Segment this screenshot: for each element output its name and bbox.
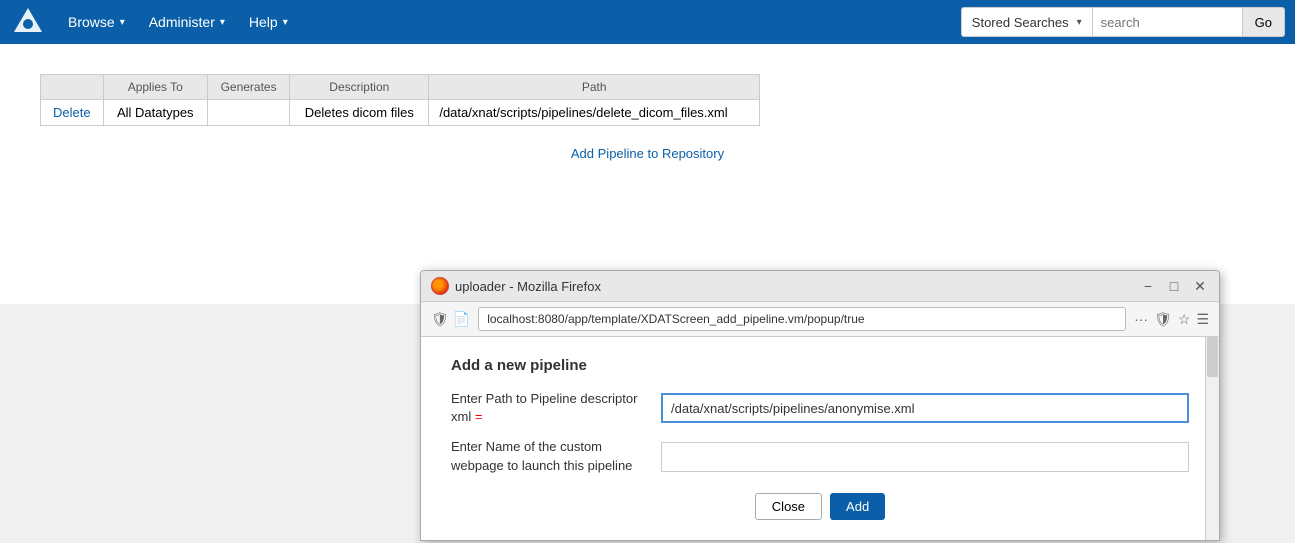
help-chevron-icon: ▾ bbox=[283, 17, 288, 28]
navbar: Browse ▾ Administer ▾ Help ▾ Stored Sear… bbox=[0, 0, 1295, 44]
path-form-row: Enter Path to Pipeline descriptor xml = bbox=[451, 390, 1189, 426]
stored-searches-chevron-icon: ▾ bbox=[1077, 17, 1082, 28]
browser-content: Add a new pipeline Enter Path to Pipelin… bbox=[421, 337, 1219, 540]
col-description: Description bbox=[290, 75, 429, 100]
col-applies-to: Applies To bbox=[103, 75, 207, 100]
browser-titlebar: uploader - Mozilla Firefox − □ ✕ bbox=[421, 271, 1219, 302]
table-row: Delete All Datatypes Deletes dicom files… bbox=[41, 100, 760, 126]
page-icon: 📄 bbox=[453, 311, 470, 328]
scrollbar-thumb bbox=[1207, 337, 1218, 377]
add-pipeline-link[interactable]: Add Pipeline to Repository bbox=[40, 146, 1255, 161]
minimize-button[interactable]: − bbox=[1139, 277, 1157, 295]
delete-link[interactable]: Delete bbox=[53, 105, 91, 120]
col-path: Path bbox=[429, 75, 760, 100]
required-indicator: = bbox=[475, 409, 483, 424]
name-label: Enter Name of the custom webpage to laun… bbox=[451, 438, 651, 474]
search-area: Stored Searches ▾ Go bbox=[961, 7, 1285, 37]
nav-administer[interactable]: Administer ▾ bbox=[137, 0, 237, 44]
bookmark-icon[interactable]: ☆ bbox=[1178, 311, 1191, 328]
go-button[interactable]: Go bbox=[1243, 7, 1285, 37]
logo bbox=[10, 4, 46, 40]
browser-title: uploader - Mozilla Firefox bbox=[455, 279, 1139, 294]
firefox-icon bbox=[431, 277, 449, 295]
nav-help[interactable]: Help ▾ bbox=[237, 0, 300, 44]
stored-searches-button[interactable]: Stored Searches ▾ bbox=[961, 7, 1093, 37]
address-icons: 🛡 📄 bbox=[431, 311, 470, 328]
address-right-icons: ··· 🛡 ☆ ☰ bbox=[1134, 311, 1209, 328]
browser-window-controls: − □ ✕ bbox=[1139, 277, 1209, 295]
browse-chevron-icon: ▾ bbox=[120, 17, 125, 28]
applies-to-cell: All Datatypes bbox=[103, 100, 207, 126]
popup-buttons: Close Add bbox=[451, 493, 1189, 520]
close-button[interactable]: ✕ bbox=[1191, 277, 1209, 295]
path-cell: /data/xnat/scripts/pipelines/delete_dico… bbox=[429, 100, 760, 126]
browser-addressbar: 🛡 📄 localhost:8080/app/template/XDATScre… bbox=[421, 302, 1219, 337]
maximize-button[interactable]: □ bbox=[1165, 277, 1183, 295]
close-popup-button[interactable]: Close bbox=[755, 493, 822, 520]
path-input[interactable] bbox=[661, 393, 1189, 423]
generates-cell bbox=[207, 100, 289, 126]
nav-browse[interactable]: Browse ▾ bbox=[56, 0, 137, 44]
reader-icon[interactable]: 🛡 bbox=[1154, 311, 1172, 328]
menu-icon[interactable]: ☰ bbox=[1196, 311, 1209, 328]
more-options-icon[interactable]: ··· bbox=[1134, 311, 1148, 327]
main-content: Applies To Generates Description Path De… bbox=[0, 44, 1295, 304]
add-pipeline-button[interactable]: Add bbox=[830, 493, 885, 520]
description-cell: Deletes dicom files bbox=[290, 100, 429, 126]
col-generates: Generates bbox=[207, 75, 289, 100]
name-form-row: Enter Name of the custom webpage to laun… bbox=[451, 438, 1189, 474]
browser-popup: uploader - Mozilla Firefox − □ ✕ 🛡 📄 lo bbox=[420, 270, 1220, 541]
search-input[interactable] bbox=[1093, 7, 1243, 37]
popup-scrollbar[interactable] bbox=[1205, 337, 1219, 540]
col-action bbox=[41, 75, 104, 100]
path-label: Enter Path to Pipeline descriptor xml = bbox=[451, 390, 651, 426]
name-input[interactable] bbox=[661, 442, 1189, 472]
shield-icon: 🛡 bbox=[431, 311, 449, 328]
popup-title: Add a new pipeline bbox=[451, 357, 1189, 374]
administer-chevron-icon: ▾ bbox=[220, 17, 225, 28]
pipeline-table: Applies To Generates Description Path De… bbox=[40, 74, 760, 126]
address-url[interactable]: localhost:8080/app/template/XDATScreen_a… bbox=[478, 307, 1126, 331]
